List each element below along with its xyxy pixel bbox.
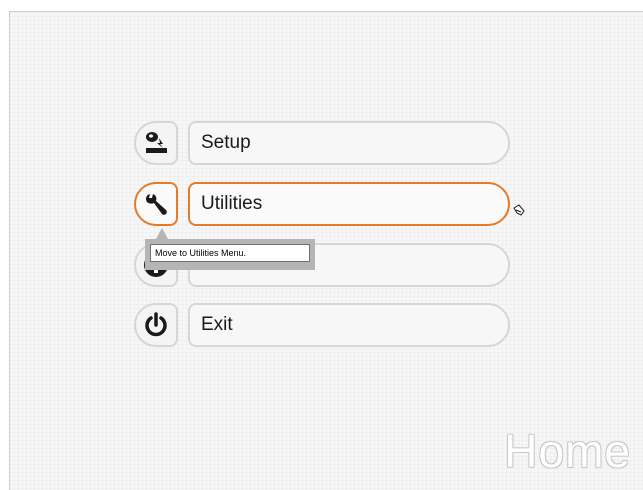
- wrench-icon-button[interactable]: [134, 182, 178, 226]
- page-title: Home: [504, 425, 631, 477]
- utilities-label[interactable]: Utilities: [188, 182, 510, 226]
- tooltip-text: Move to Utilities Menu.: [150, 244, 310, 262]
- setup-icon: [146, 132, 167, 153]
- power-icon: [145, 312, 167, 337]
- setup-label[interactable]: Setup: [188, 121, 510, 165]
- menu-item-utilities[interactable]: Utilities: [134, 182, 512, 226]
- wrench-icon: [146, 194, 167, 215]
- menu-item-exit[interactable]: Exit: [134, 303, 512, 347]
- tooltip-pointer: [156, 228, 168, 239]
- menu-item-setup[interactable]: Setup: [134, 121, 512, 165]
- power-icon-button[interactable]: [134, 303, 178, 347]
- tooltip: Move to Utilities Menu.: [145, 239, 315, 270]
- setup-icon-button[interactable]: [134, 121, 178, 165]
- mouse-cursor-icon: [513, 204, 525, 216]
- exit-label[interactable]: Exit: [188, 303, 510, 347]
